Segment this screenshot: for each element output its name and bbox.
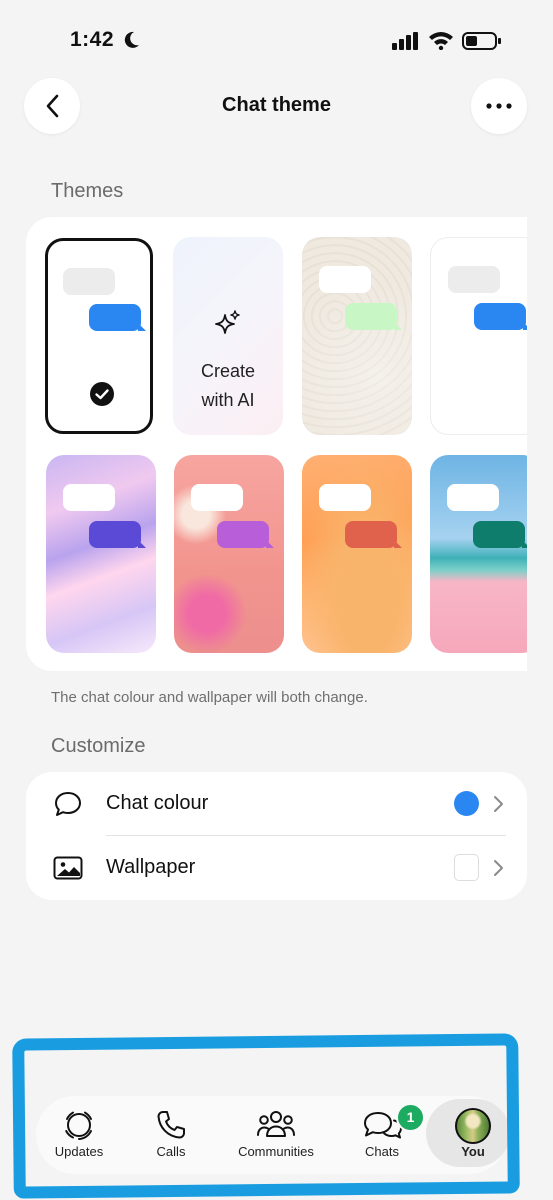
sparkle-icon: [215, 310, 240, 334]
theme-iridescent-purple[interactable]: [46, 455, 156, 653]
create-ai-label-line2: with AI: [201, 390, 255, 410]
theme-default-selected[interactable]: [45, 238, 153, 434]
wallpaper-image-icon: [53, 856, 83, 880]
theme-pink-flowers[interactable]: [174, 455, 284, 653]
theme-doodle-green[interactable]: [302, 237, 412, 435]
battery-icon: [462, 32, 501, 50]
more-options-button[interactable]: [471, 78, 527, 134]
chat-bubble-icon: [55, 792, 81, 816]
annotation-highlight-box: [12, 1033, 520, 1199]
theme-light-blue[interactable]: [430, 237, 527, 435]
wallpaper-swatch: [454, 854, 479, 881]
wallpaper-label: Wallpaper: [106, 856, 196, 878]
chat-colour-row[interactable]: Chat colour: [26, 772, 527, 835]
theme-beach[interactable]: [430, 455, 527, 653]
chevron-right-icon: [494, 860, 503, 876]
more-dots-icon: [486, 103, 512, 109]
wifi-icon: [429, 32, 453, 50]
theme-orange-swirl[interactable]: [302, 455, 412, 653]
themes-section-label: Themes: [51, 180, 124, 202]
chat-colour-swatch: [454, 791, 479, 816]
status-time: 1:42: [70, 28, 115, 51]
customize-section-label: Customize: [51, 735, 146, 757]
chevron-right-icon: [494, 796, 503, 812]
create-ai-label-line1: Create: [200, 361, 256, 381]
checkmark-icon: [90, 382, 114, 406]
themes-caption: The chat colour and wallpaper will both …: [51, 689, 368, 706]
themes-grid: Create with AI: [26, 217, 527, 671]
theme-create-with-ai[interactable]: Create with AI: [173, 237, 283, 435]
wallpaper-row[interactable]: Wallpaper: [26, 836, 527, 900]
chat-colour-label: Chat colour: [106, 792, 209, 814]
cellular-signal-icon: [392, 32, 418, 50]
moon-icon: [124, 31, 139, 48]
